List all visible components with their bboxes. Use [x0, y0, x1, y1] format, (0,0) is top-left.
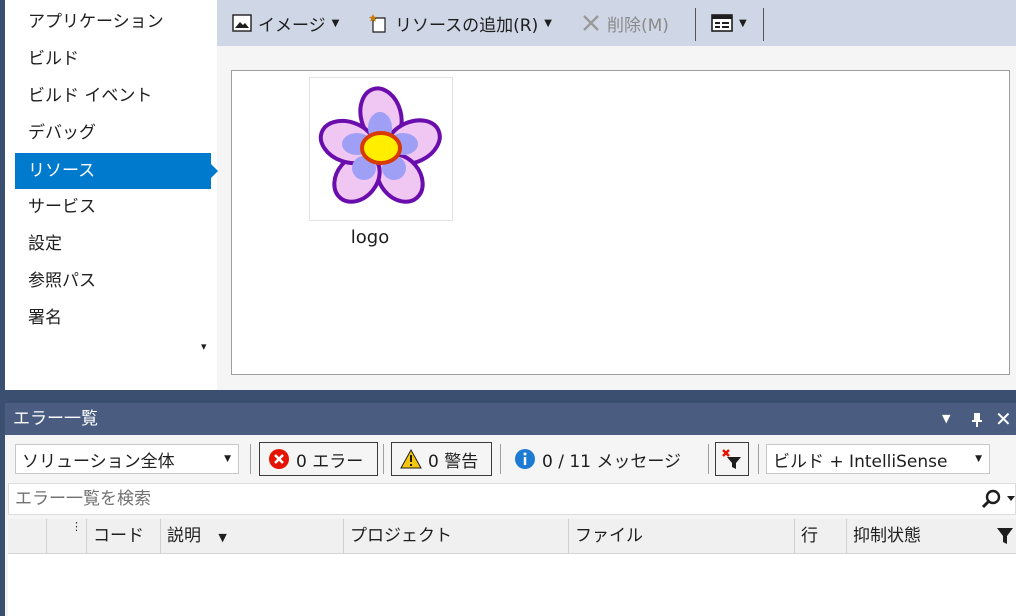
- errors-count-label: 0 エラー: [296, 451, 364, 472]
- sort-down-icon: ▼: [218, 531, 227, 544]
- filter-clear-icon: [722, 449, 741, 469]
- toolbar-separator: [500, 444, 501, 474]
- toolbar-separator: [763, 8, 764, 41]
- project-properties-sidebar: アプリケーション ビルド ビルド イベント デバッグ リソース サービス 設定 …: [5, 0, 218, 390]
- flower-image: [318, 86, 442, 204]
- delete-button[interactable]: 削除(M): [581, 0, 669, 46]
- pin-icon[interactable]: [971, 403, 983, 435]
- sidebar-item-reference-paths[interactable]: 参照パス: [15, 263, 211, 299]
- resource-designer: アプリケーション ビルド ビルド イベント デバッグ リソース サービス 設定 …: [5, 0, 1016, 390]
- column-options[interactable]: ⋮: [46, 519, 86, 553]
- sidebar-item-settings[interactable]: 設定: [15, 226, 211, 262]
- column-code[interactable]: コード: [86, 519, 160, 553]
- filter-icon: [997, 528, 1013, 544]
- error-icon: [269, 449, 289, 469]
- error-grid-body: [8, 554, 1016, 616]
- column-options-icon: ⋮: [71, 520, 82, 533]
- add-resource-icon: [369, 14, 386, 33]
- error-grid-header: ⋮ コード 説明 ▼ プロジェクト ファイル 行 抑制状態: [8, 519, 1016, 554]
- window-menu-icon[interactable]: ▼: [942, 403, 950, 435]
- toolbar-separator: [708, 444, 709, 474]
- toolbar-separator: [250, 444, 251, 474]
- sidebar-item-debug[interactable]: デバッグ: [15, 115, 211, 151]
- errors-filter-button[interactable]: 0 エラー: [259, 442, 378, 476]
- chevron-down-icon: ▼: [739, 17, 747, 29]
- filter-toggle-button[interactable]: [715, 442, 749, 476]
- warnings-filter-button[interactable]: 0 警告: [391, 442, 492, 476]
- resource-label-logo: logo: [350, 227, 390, 248]
- build-source-value: ビルド + IntelliSense: [773, 451, 948, 472]
- column-line[interactable]: 行: [794, 519, 846, 553]
- build-source-select[interactable]: ビルド + IntelliSense ▼: [766, 444, 990, 474]
- column-description[interactable]: 説明 ▼: [160, 519, 343, 553]
- messages-count-label: 0 / 11 メッセージ: [542, 451, 682, 472]
- scope-select-value: ソリューション全体: [22, 451, 175, 472]
- image-category-button[interactable]: イメージ ▼: [232, 0, 339, 46]
- error-search-box: [8, 483, 1016, 515]
- search-icon[interactable]: [981, 489, 1015, 514]
- chevron-down-icon: ▼: [544, 17, 552, 29]
- error-search-input[interactable]: [9, 484, 981, 514]
- image-category-label: イメージ: [258, 15, 326, 36]
- resource-thumbnail-logo[interactable]: [309, 77, 453, 221]
- add-resource-label: リソースの追加(R): [395, 15, 539, 36]
- sidebar-item-build[interactable]: ビルド: [15, 41, 211, 77]
- messages-filter-button[interactable]: 0 / 11 メッセージ: [505, 442, 699, 476]
- error-list-title: エラー一覧: [13, 409, 98, 429]
- sidebar-scroll-down-icon[interactable]: ▾: [201, 340, 207, 353]
- error-list-titlebar: エラー一覧 ▼ ✕: [5, 403, 1016, 435]
- column-select[interactable]: [8, 519, 46, 553]
- toolbar-separator: [758, 444, 759, 474]
- chevron-down-icon: ▼: [224, 454, 231, 464]
- sidebar-item-services[interactable]: サービス: [15, 189, 211, 225]
- scope-select[interactable]: ソリューション全体 ▼: [15, 444, 239, 474]
- column-file[interactable]: ファイル: [568, 519, 794, 553]
- sidebar-item-signing[interactable]: 署名: [15, 300, 211, 336]
- resources-view: logo: [231, 70, 1010, 375]
- add-resource-button[interactable]: リソースの追加(R) ▼: [369, 0, 552, 46]
- delete-x-icon: [583, 15, 599, 31]
- chevron-down-icon: ▼: [331, 17, 340, 29]
- chevron-down-icon: ▼: [975, 454, 982, 464]
- sidebar-item-application[interactable]: アプリケーション: [15, 4, 211, 40]
- column-suppression-state[interactable]: 抑制状態: [846, 519, 1016, 553]
- toolbar-separator: [383, 444, 384, 474]
- info-icon: [515, 449, 535, 469]
- delete-label: 削除(M): [607, 15, 669, 36]
- sidebar-item-build-events[interactable]: ビルド イベント: [15, 78, 211, 114]
- error-list-panel: ソリューション全体 ▼ 0 エラー 0 警告 0 / 11 メッセージ ビルド …: [5, 435, 1016, 616]
- column-project[interactable]: プロジェクト: [343, 519, 568, 553]
- warning-icon: [400, 449, 422, 469]
- toolbar-separator: [695, 8, 696, 41]
- view-mode-button[interactable]: ▼: [711, 0, 747, 46]
- close-icon[interactable]: ✕: [995, 403, 1012, 435]
- image-icon: [232, 14, 252, 32]
- sidebar-item-resources[interactable]: リソース: [15, 153, 218, 189]
- resources-toolbar: イメージ ▼ リソースの追加(R) ▼ 削除(M) ▼: [217, 0, 1016, 46]
- view-details-icon: [711, 14, 733, 32]
- warnings-count-label: 0 警告: [428, 451, 479, 472]
